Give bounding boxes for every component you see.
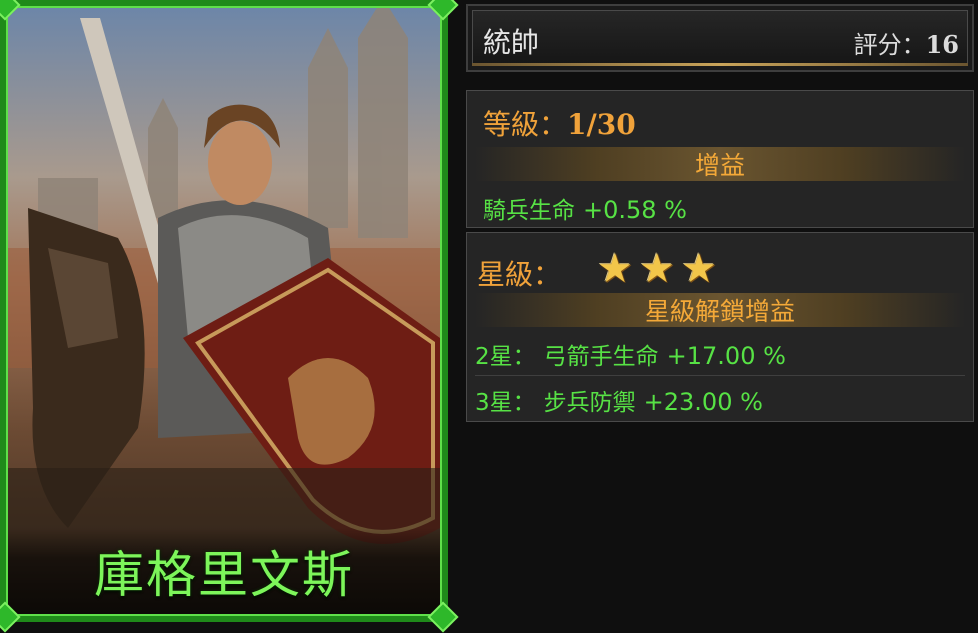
score-value: 16 (925, 30, 959, 59)
stat-name: 步兵防禦 (543, 390, 636, 416)
star-stat-row: 3星： 步兵防禦 +23.00 % (475, 383, 763, 417)
hero-portrait-illustration (8, 8, 440, 614)
star-icon: ★ (681, 246, 717, 292)
star-icon: ★ (639, 246, 675, 292)
star-tier: 3星： (475, 390, 536, 416)
title-underline (472, 63, 968, 66)
hero-name: 庫格里文斯 (94, 546, 354, 604)
star-panel: 星級： ★ ★ ★ 星級解鎖增益 2星： 弓箭手生命 +17.00 % 3星： 步兵防… (466, 232, 974, 422)
stat-name: 弓箭手生命 (543, 344, 659, 370)
stat-value: +23.00 % (643, 388, 763, 416)
bonus-header-bar: 增益 (475, 147, 965, 181)
level-value: 1/30 (567, 108, 636, 141)
hero-card[interactable]: 庫格里文斯 (0, 0, 459, 633)
score-display: 評分：16 (854, 25, 959, 60)
stat-value: +17.00 % (666, 342, 786, 370)
score-label: 評分： (853, 31, 926, 59)
star-tier: 2星： (475, 344, 536, 370)
level-panel: 等級：1/30 增益 騎兵生命 +0.58 % (466, 90, 974, 228)
level-display: 等級：1/30 (483, 103, 636, 143)
hero-portrait-frame: 庫格里文斯 (6, 6, 442, 616)
hero-name-plate: 庫格里文斯 (8, 528, 440, 614)
bonus-header: 增益 (694, 151, 745, 180)
star-stat-row: 2星： 弓箭手生命 +17.00 % (475, 337, 786, 371)
star-unlock-header-bar: 星級解鎖增益 (475, 293, 965, 327)
stat-name: 騎兵生命 (483, 198, 575, 224)
star-unlock-header: 星級解鎖增益 (644, 297, 795, 326)
skill-title-panel: 統帥 評分：16 (466, 4, 974, 72)
skill-title: 統帥 (483, 26, 540, 59)
stat-value: +0.58 % (583, 196, 687, 224)
star-label: 星級： (477, 258, 562, 291)
star-rating: ★ ★ ★ (595, 249, 719, 289)
level-label: 等級： (483, 108, 568, 141)
level-stat-row: 騎兵生命 +0.58 % (483, 191, 687, 225)
row-divider (475, 375, 965, 376)
star-icon: ★ (597, 246, 633, 292)
skill-title-inner: 統帥 評分：16 (472, 10, 968, 66)
